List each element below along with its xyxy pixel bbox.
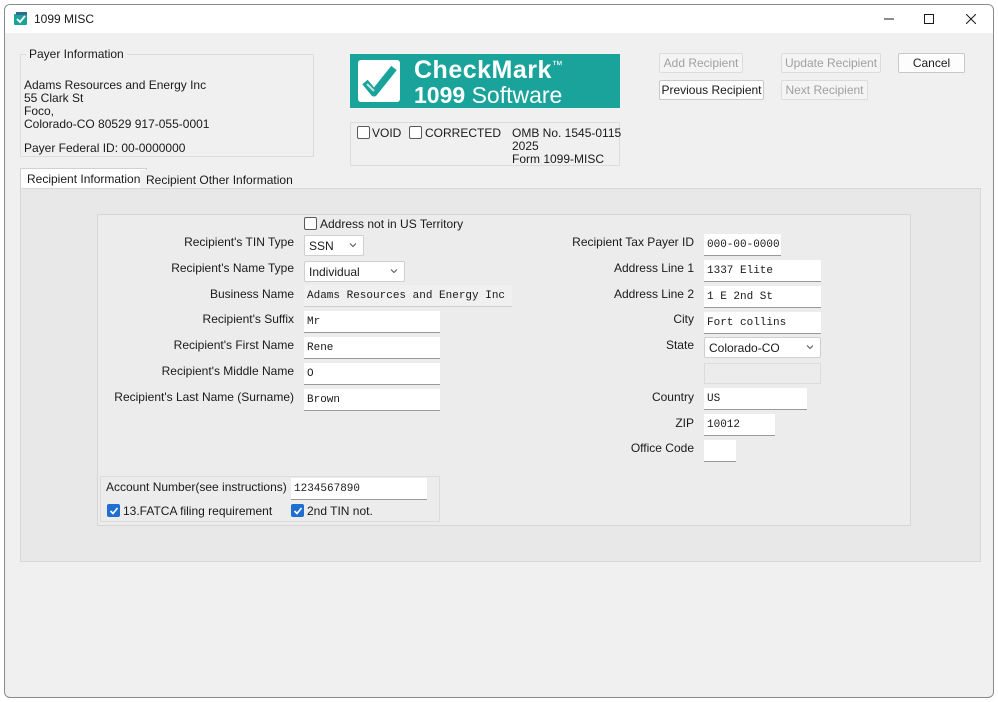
- state-label: State: [665, 338, 694, 352]
- suffix-label: Recipient's Suffix: [202, 312, 294, 326]
- close-icon: [966, 14, 976, 24]
- omb-number: OMB No. 1545-0115: [512, 126, 622, 140]
- minimize-button[interactable]: [867, 5, 911, 33]
- zip-field[interactable]: 10012: [704, 414, 775, 436]
- logo-brand-text: CheckMark™: [414, 56, 564, 84]
- previous-recipient-button[interactable]: Previous Recipient: [659, 80, 764, 100]
- first-name-label: Recipient's First Name: [173, 338, 294, 352]
- form-info-box: VOID CORRECTED OMB No. 1545-0115 2025 Fo…: [350, 122, 622, 166]
- fatca-checkbox[interactable]: [107, 504, 120, 517]
- address-line2-label: Address Line 2: [613, 287, 694, 301]
- payer-state-zip-phone: Colorado-CO 80529 917-055-0001: [24, 117, 210, 131]
- province-field-disabled: [704, 363, 821, 384]
- office-code-label: Office Code: [630, 441, 694, 455]
- logo-check-box: [358, 60, 400, 102]
- app-logo-icon: [14, 12, 27, 25]
- tax-year: 2025: [512, 139, 539, 153]
- close-window-button[interactable]: [949, 5, 993, 33]
- title-bar: 1099 MISC: [5, 5, 993, 33]
- business-name-field[interactable]: Adams Resources and Energy Inc: [304, 285, 512, 307]
- window-title: 1099 MISC: [34, 12, 95, 26]
- recipient-info-panel: Address not in US Territory Recipient's …: [20, 188, 981, 562]
- cancel-button[interactable]: Cancel: [898, 53, 965, 73]
- suffix-field[interactable]: Mr: [304, 311, 440, 333]
- tin-type-label: Recipient's TIN Type: [184, 235, 294, 249]
- logo-product-text: 1099 Software: [414, 82, 563, 108]
- app-window: 1099 MISC Payer Information Adams Resour…: [4, 4, 994, 698]
- form-name: Form 1099-MISC: [512, 152, 605, 166]
- maximize-icon: [924, 14, 934, 24]
- tax-payer-id-field[interactable]: 000-00-0000: [704, 234, 781, 256]
- address-not-us-checkbox[interactable]: [304, 217, 317, 230]
- payer-info-legend: Payer Information: [26, 47, 127, 61]
- recipient-form-area: Address not in US Territory Recipient's …: [97, 214, 911, 526]
- first-name-field[interactable]: Rene: [304, 337, 440, 359]
- fatca-label: 13.FATCA filing requirement: [123, 504, 273, 518]
- middle-name-field[interactable]: O: [304, 363, 440, 385]
- country-label: Country: [651, 390, 694, 404]
- name-type-label: Recipient's Name Type: [171, 261, 294, 275]
- tin-type-select[interactable]: SSN: [304, 235, 364, 256]
- checkmark-logo-icon: [362, 65, 397, 97]
- business-name-label: Business Name: [209, 287, 294, 301]
- address-line1-label: Address Line 1: [613, 261, 694, 275]
- corrected-label: CORRECTED: [425, 126, 502, 140]
- payer-info-group: Payer Information Adams Resources and En…: [20, 47, 314, 157]
- address-line2-field[interactable]: 1 E 2nd St: [704, 286, 821, 308]
- void-label: VOID: [372, 126, 402, 140]
- corrected-checkbox[interactable]: [409, 126, 422, 139]
- address-line1-field[interactable]: 1337 Elite: [704, 260, 821, 282]
- payer-federal-id: Payer Federal ID: 00-0000000: [24, 141, 186, 155]
- middle-name-label: Recipient's Middle Name: [161, 364, 294, 378]
- tab-recipient-information[interactable]: Recipient Information: [20, 168, 148, 188]
- maximize-button[interactable]: [907, 5, 951, 33]
- chevron-down-icon: [390, 269, 398, 274]
- city-label: City: [673, 312, 694, 326]
- address-not-us-label: Address not in US Territory: [320, 217, 464, 231]
- tab-recipient-other-information[interactable]: Recipient Other Information: [140, 170, 299, 190]
- account-number-label: Account Number(see instructions): [106, 480, 287, 494]
- void-checkbox[interactable]: [357, 126, 370, 139]
- update-recipient-button[interactable]: Update Recipient: [781, 53, 881, 73]
- second-tin-checkbox[interactable]: [291, 504, 304, 517]
- payer-city: Foco,: [24, 104, 55, 118]
- next-recipient-button[interactable]: Next Recipient: [781, 80, 868, 100]
- second-tin-label: 2nd TIN not.: [307, 504, 373, 518]
- city-field[interactable]: Fort collins: [704, 312, 821, 334]
- name-type-select[interactable]: Individual: [304, 261, 405, 282]
- chevron-down-icon: [806, 345, 814, 350]
- chevron-down-icon: [349, 243, 357, 248]
- account-group: Account Number(see instructions) 1234567…: [100, 476, 440, 522]
- office-code-field[interactable]: [704, 440, 736, 462]
- payer-name: Adams Resources and Energy Inc: [24, 78, 207, 92]
- last-name-field[interactable]: Brown: [304, 389, 440, 411]
- checkmark-icon: [109, 507, 119, 515]
- zip-label: ZIP: [675, 416, 694, 430]
- add-recipient-button[interactable]: Add Recipient: [659, 53, 743, 73]
- payer-street: 55 Clark St: [24, 91, 84, 105]
- tax-payer-id-label: Recipient Tax Payer ID: [572, 235, 694, 249]
- minimize-icon: [884, 18, 894, 20]
- country-field[interactable]: US: [704, 388, 807, 410]
- state-select[interactable]: Colorado-CO: [704, 337, 821, 358]
- checkmark-icon: [293, 507, 303, 515]
- last-name-label: Recipient's Last Name (Surname): [114, 390, 294, 404]
- checkmark-logo: CheckMark™ 1099 Software: [350, 54, 620, 108]
- account-number-field[interactable]: 1234567890: [291, 478, 427, 500]
